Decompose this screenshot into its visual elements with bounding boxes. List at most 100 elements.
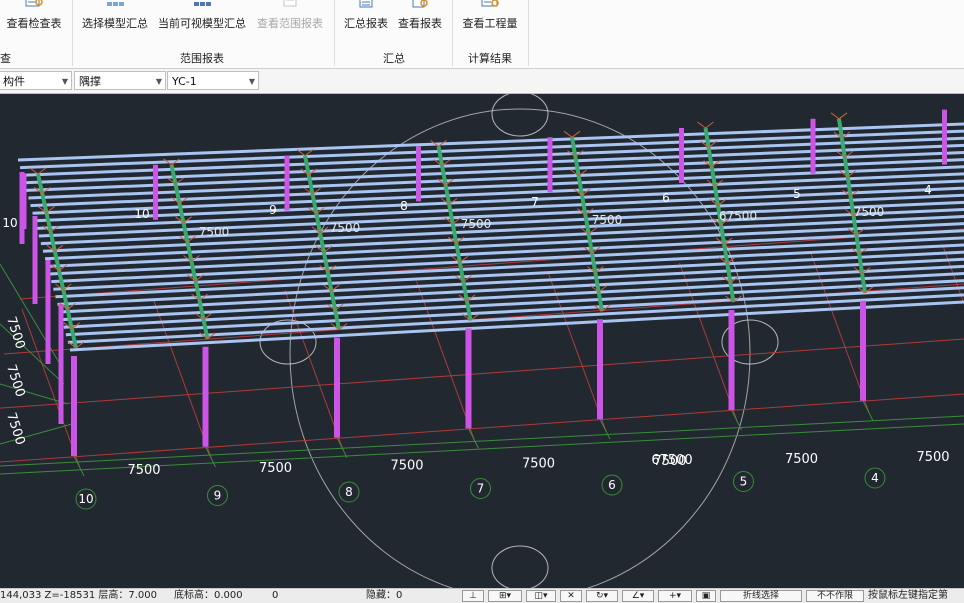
span-dimension-left: 7500 [3,315,27,351]
select-model-summary-label: 选择模型汇总 [78,15,152,31]
grid-line [600,419,610,439]
orbit-handle-top [492,94,548,136]
endpoint-icon: ◫▾ [534,591,547,601]
grid-label-top: 7 [531,195,539,209]
coordinate-readout: 144,033 Z=-18531 层高：7.000 [0,589,157,603]
grid-label-top: 9 [269,203,277,217]
knee-brace [706,122,714,128]
name-select[interactable]: YC-1 ▼ [167,71,259,90]
grid-snap-icon: ⊞▾ [499,591,511,601]
base-height-readout: 底标高：0.000 [174,589,243,603]
mode-label: 不不作限 [817,591,853,601]
view-range-report-label: 查看范围报表 [252,15,328,31]
span-dimension-top: 7500 [199,225,230,239]
axis-line [0,394,964,464]
ribbon-separator [452,0,453,66]
ribbon-separator [528,0,529,66]
rotate-button[interactable]: ↻▾ [586,590,618,602]
grid-label-left: 10 [2,216,17,230]
view-report-label: 查看报表 [394,15,446,31]
endpoint-snap-button[interactable]: ◫▾ [526,590,556,602]
type-select[interactable]: 隅撑 ▼ [74,71,166,90]
ribbon-separator [72,0,73,66]
check-table-icon [23,0,45,8]
view-check-table-button[interactable]: 查看检查表 [2,0,66,40]
selector-bar: 构件 ▼ 隅撑 ▼ YC-1 ▼ [0,69,964,94]
category-select[interactable]: 构件 ▼ [0,71,72,90]
grid-line [0,264,60,364]
ribbon-toolbar: 查看检查表 选择模型汇总 当前可视模型汇总 查看范围报表 汇总报表 查看报表 查… [0,0,964,69]
ribbon-separator [334,0,335,66]
group-label-check: 查 [0,50,10,66]
span-dimension-bottom: 7500 [522,456,555,471]
polyline-select-button[interactable]: 折线选择 [720,590,802,602]
grid-line [206,447,216,467]
bracing [38,174,76,348]
rotate-icon: ↻▾ [596,591,608,601]
grid-label-bottom: 10 [78,492,93,506]
group-label-summary: 汇总 [364,50,424,66]
snap-icon: ⊥ [469,591,477,601]
grid-line [863,401,873,421]
hidden-count: 隐藏：0 [366,589,402,603]
purlin [18,124,964,160]
knee-brace [572,131,580,137]
status-bar: 144,033 Z=-18531 层高：7.000 底标高：0.000 0 隐藏… [0,588,964,603]
steel-structure-model[interactable]: 1098765437500750075007500675007500750010… [0,94,964,588]
grid-label-bottom: 8 [345,485,353,499]
range-report-icon [279,0,301,8]
group-label-range-report: 范围报表 [152,50,252,66]
grid-label-top: 8 [400,199,408,213]
view-range-report-button[interactable]: 查看范围报表 [252,0,328,40]
cross-snap-button[interactable]: ✕ [560,590,582,602]
knee-brace [698,122,706,128]
view-report-button[interactable]: 查看报表 [394,0,446,40]
grid-line [469,428,479,448]
snap-button[interactable]: ⊥ [462,590,484,602]
model-viewport[interactable]: 1098765437500750075007500675007500750010… [0,94,964,588]
mode-button[interactable]: 不不作限 [806,590,864,602]
grid-label-bottom: 4 [871,471,879,485]
grid-label-top: 4 [924,183,932,197]
command-hint: 按鼠标左键指定第 [868,589,948,603]
span-dimension-bottom: 7500 [916,450,949,465]
group-label-results: 计算结果 [456,50,524,66]
angle-button[interactable]: ∠▾ [622,590,654,602]
grid-snap-button[interactable]: ⊞▾ [488,590,522,602]
span-dimension-bottom: 7500 [127,463,160,478]
chevron-down-icon: ▼ [62,72,68,91]
angle-icon: ∠▾ [632,591,645,601]
category-select-value: 构件 [3,75,25,88]
span-dimension-top: 7500 [854,205,885,219]
visible-model-summary-label: 当前可视模型汇总 [154,15,250,31]
grid-label-top: 10 [134,207,149,221]
view-check-table-label: 查看检查表 [2,15,66,31]
select-model-summary-button[interactable]: 选择模型汇总 [78,0,152,40]
cross-icon: ✕ [567,591,575,601]
chevron-down-icon: ▼ [156,72,162,91]
visible-model-summary-button[interactable]: 当前可视模型汇总 [154,0,250,40]
span-dimension-top: 7500 [592,213,623,227]
orbit-handle-bottom [492,546,548,588]
grid-label-bottom: 9 [214,489,222,503]
view-quantity-button[interactable]: 查看工程量 [456,0,524,40]
summary-report-icon [355,0,377,8]
polyline-select-label: 折线选择 [743,591,779,601]
orbit-handle-left [260,320,316,364]
ortho-icon: +▾ [669,591,681,601]
grid-line [0,416,964,466]
span-dimension-top: 7500 [330,221,361,235]
ortho-button[interactable]: +▾ [658,590,692,602]
grid-line [74,456,84,476]
span-dimension-bottom: 7500 [390,459,423,474]
span-dimension-left: 7500 [3,411,27,447]
chevron-down-icon: ▼ [249,72,255,91]
save-button[interactable]: ▣ [696,590,716,602]
summary-report-button[interactable]: 汇总报表 [340,0,392,40]
grid-line [732,410,742,430]
zero-readout: 0 [272,589,278,603]
total-dimension-bottom: 67500 [651,453,692,468]
grid-label-bottom: 7 [477,482,485,496]
span-dimension-top: 7500 [461,217,492,231]
knee-brace [839,113,847,119]
